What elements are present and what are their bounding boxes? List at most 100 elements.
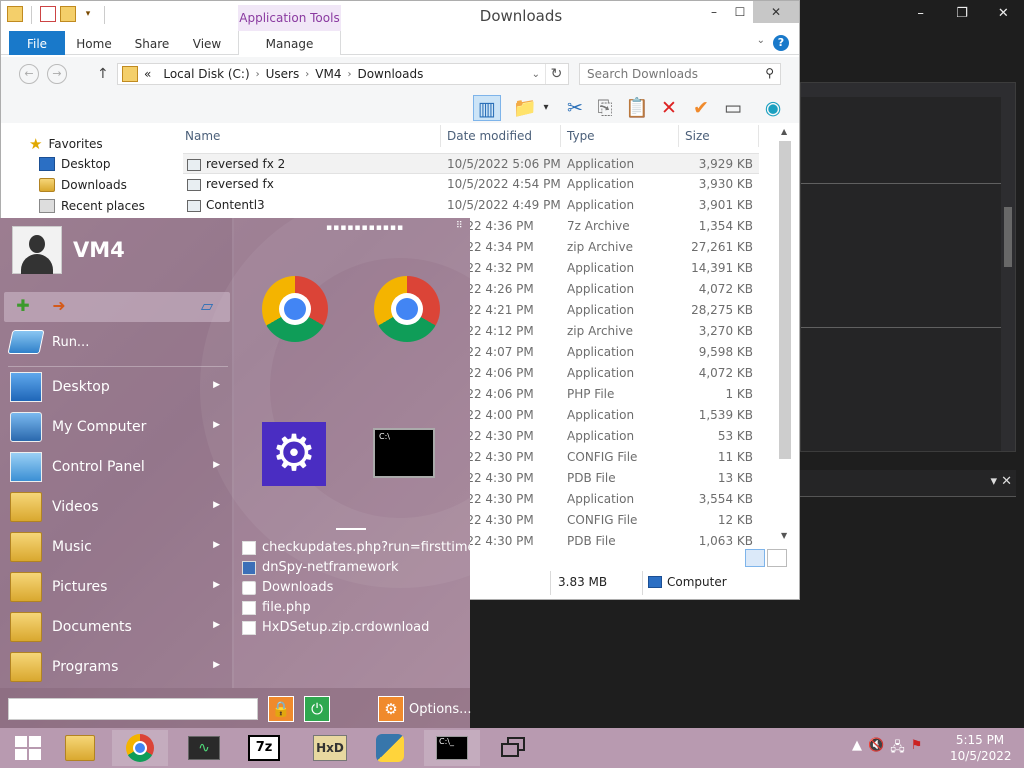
exit-icon[interactable]: ➜	[48, 296, 70, 316]
start-item-programs[interactable]: Programs ▶	[10, 650, 226, 684]
tab-manage[interactable]: Manage	[238, 31, 341, 55]
run-small-icon[interactable]: ▱	[196, 296, 218, 316]
notification-icon[interactable]: ⚑	[911, 738, 923, 760]
nav-desktop[interactable]: Desktop	[39, 157, 111, 171]
breadcrumb-item[interactable]: VM4	[315, 67, 341, 81]
resize-grip-icon[interactable]: ⠿	[456, 221, 463, 231]
chevron-right-icon[interactable]: ›	[305, 69, 309, 80]
folder-options-icon[interactable]: 📁	[511, 95, 539, 121]
panel-scrollbar[interactable]	[1001, 97, 1015, 451]
column-type[interactable]: Type	[561, 125, 679, 147]
start-item-control-panel[interactable]: Control Panel ▶	[10, 450, 226, 484]
taskbar-resource-monitor[interactable]: ∿	[176, 730, 232, 766]
volume-muted-icon[interactable]: 🔇	[868, 738, 884, 760]
forward-icon[interactable]: →	[47, 64, 67, 84]
start-item-pictures[interactable]: Pictures ▶	[10, 570, 226, 604]
user-name[interactable]: VM4	[73, 238, 125, 262]
tab-home[interactable]: Home	[71, 31, 117, 55]
recent-item[interactable]: file.php	[242, 600, 311, 615]
vertical-scrollbar[interactable]: ▲ ▼	[777, 125, 795, 549]
power-button[interactable]: ⏻	[304, 696, 330, 722]
clock[interactable]: 5:15 PM 10/5/2022	[950, 732, 1012, 764]
new-folder-icon[interactable]	[60, 6, 76, 22]
recent-item[interactable]: HxDSetup.zip.crdownload	[242, 620, 429, 635]
tab-view[interactable]: View	[185, 31, 229, 55]
tile-command-prompt[interactable]: C:\	[373, 428, 435, 478]
breadcrumb-item[interactable]: Users	[266, 67, 300, 81]
breadcrumb-item[interactable]: Local Disk (C:)	[163, 67, 249, 81]
copy-icon[interactable]: ⎘	[591, 95, 619, 121]
file-row[interactable]: reversed fx 2 10/5/2022 5:06 PM Applicatio…	[183, 153, 759, 174]
chevron-up-icon[interactable]: ▲	[852, 738, 862, 760]
column-name[interactable]: Name	[179, 125, 441, 147]
start-item-my-computer[interactable]: My Computer ▶	[10, 410, 226, 444]
minimize-icon[interactable]: –	[900, 0, 941, 28]
minimize-icon[interactable]: –	[701, 1, 727, 23]
tab-share[interactable]: Share	[129, 31, 175, 55]
recent-list-handle[interactable]	[336, 528, 366, 530]
taskbar-hxd[interactable]: HxD	[302, 730, 358, 766]
recent-item[interactable]: checkupdates.php?run=firsttime	[242, 540, 470, 555]
tile-chrome-2[interactable]	[374, 276, 440, 342]
breadcrumb-overflow[interactable]: «	[144, 67, 151, 81]
ribbon-expand-icon[interactable]: ⌄	[757, 35, 765, 46]
tiles-grip-icon[interactable]: ▪▪▪▪▪▪▪▪▪▪▪	[326, 223, 404, 233]
chevron-right-icon[interactable]: ›	[256, 69, 260, 80]
taskbar-command-prompt[interactable]: C:\_	[424, 730, 480, 766]
start-item-videos[interactable]: Videos ▶	[10, 490, 226, 524]
properties-icon[interactable]	[40, 6, 56, 22]
column-date-modified[interactable]: Date modified	[441, 125, 561, 147]
file-row[interactable]: Contentl3 10/5/2022 4:49 PM Application 3,9…	[183, 195, 759, 216]
delete-icon[interactable]: ✕	[655, 95, 683, 121]
start-item-music[interactable]: Music ▶	[10, 530, 226, 564]
network-icon[interactable]: ◉	[759, 95, 787, 121]
chevron-down-icon[interactable]: ⌄	[532, 69, 540, 80]
taskbar-python[interactable]	[362, 730, 418, 766]
start-search-input[interactable]	[8, 698, 258, 720]
search-input[interactable]: Search Downloads ⚲	[579, 63, 781, 85]
maximize-icon[interactable]: ☐	[727, 1, 753, 23]
tile-chrome[interactable]	[262, 276, 328, 342]
nav-recent-places[interactable]: Recent places	[39, 199, 145, 213]
restore-icon[interactable]: ❐	[941, 0, 982, 28]
recent-item[interactable]: Downloads	[242, 580, 333, 595]
search-icon[interactable]: ⚲	[765, 66, 774, 80]
tile-settings[interactable]: ⚙	[262, 422, 326, 486]
taskbar-chrome[interactable]	[112, 730, 168, 766]
file-row[interactable]: reversed fx 10/5/2022 4:54 PM Application 3…	[183, 174, 759, 195]
large-icons-view-icon[interactable]	[767, 549, 787, 567]
tab-file[interactable]: File	[9, 31, 65, 55]
close-icon[interactable]: ✕	[753, 1, 799, 23]
taskbar-explorer[interactable]	[52, 730, 108, 766]
chevron-down-icon[interactable]: ▾	[80, 6, 96, 22]
taskbar-7zip[interactable]: 7z	[236, 730, 292, 766]
help-icon[interactable]: ?	[773, 35, 789, 51]
nav-favorites[interactable]: ★ Favorites	[29, 135, 103, 153]
recent-item[interactable]: dnSpy-netframework	[242, 560, 399, 575]
add-icon[interactable]: ✚	[12, 296, 34, 316]
details-view-icon[interactable]	[745, 549, 765, 567]
folder-icon[interactable]	[7, 6, 23, 22]
checkmark-icon[interactable]: ✔	[687, 95, 715, 121]
breadcrumb-item[interactable]: Downloads	[357, 67, 423, 81]
preview-pane-icon[interactable]: ▥	[473, 95, 501, 121]
address-bar[interactable]: « Local Disk (C:) › Users › VM4 › Downlo…	[117, 63, 569, 85]
dropdown-icon[interactable]: ▾ ✕	[990, 474, 1012, 489]
column-size[interactable]: Size	[679, 125, 759, 147]
up-icon[interactable]: ↑	[97, 66, 109, 82]
chevron-down-icon[interactable]: ▾	[539, 95, 553, 121]
back-icon[interactable]: ←	[19, 64, 39, 84]
nav-downloads[interactable]: Downloads	[39, 178, 127, 192]
chevron-right-icon[interactable]: ›	[347, 69, 351, 80]
scroll-down-icon[interactable]: ▼	[781, 531, 787, 540]
paste-icon[interactable]: 📋	[623, 95, 651, 121]
taskbar-task-view[interactable]	[486, 730, 542, 766]
options-button[interactable]: ⚙ Options...	[378, 696, 472, 722]
start-item-documents[interactable]: Documents ▶	[10, 610, 226, 644]
refresh-icon[interactable]: ↻	[545, 64, 567, 84]
close-icon[interactable]: ✕	[983, 0, 1024, 28]
cut-icon[interactable]: ✂	[561, 95, 589, 121]
avatar[interactable]	[12, 226, 62, 274]
scrollbar-thumb[interactable]	[779, 141, 791, 459]
network-icon[interactable]: 🖧	[890, 738, 905, 760]
